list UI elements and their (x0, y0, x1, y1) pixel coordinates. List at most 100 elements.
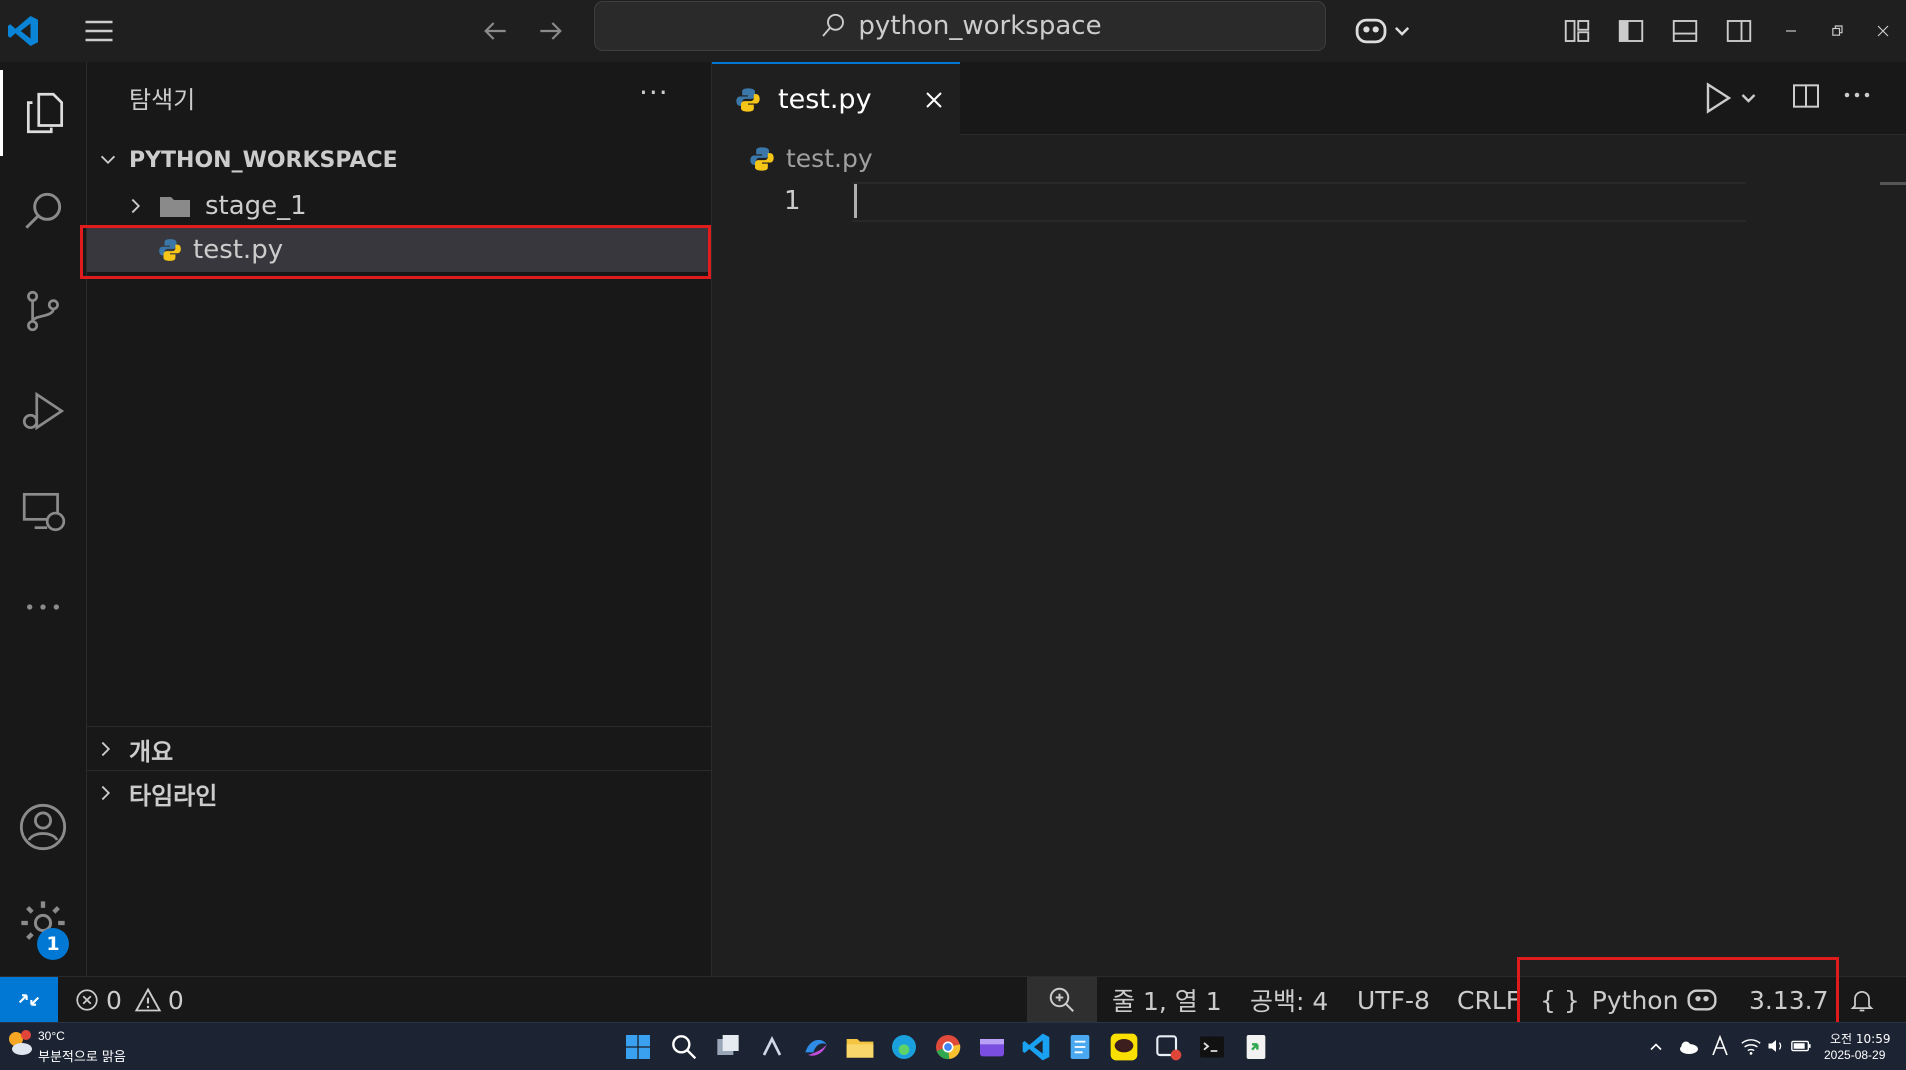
source-control-icon[interactable] (0, 268, 86, 354)
taskbar-search-icon[interactable] (668, 1031, 700, 1063)
restore-icon[interactable] (1814, 8, 1860, 54)
editor-tab-bar: test.py (712, 62, 1906, 135)
sidebar-title: 탐색기 (129, 86, 196, 114)
input-method-icon[interactable] (1710, 1035, 1730, 1057)
line-number: 1 (784, 186, 801, 216)
search-text: python_workspace (858, 11, 1102, 41)
toggle-secondary-sidebar-icon[interactable] (1716, 8, 1762, 54)
timeline-section-label: 타임라인 (129, 781, 218, 810)
menu-icon[interactable] (76, 8, 122, 54)
text-cursor (854, 184, 857, 218)
run-python-file-icon[interactable] (1702, 80, 1762, 116)
split-editor-icon[interactable] (1790, 80, 1822, 112)
wifi-icon[interactable] (1740, 1036, 1762, 1056)
battery-icon[interactable] (1790, 1037, 1812, 1055)
onedrive-cloud-icon[interactable] (1676, 1037, 1700, 1057)
toggle-panel-icon[interactable] (1662, 8, 1708, 54)
tree-item-folder[interactable]: stage_1 (87, 184, 711, 228)
minimize-icon[interactable] (1768, 8, 1814, 54)
close-window-icon[interactable] (1860, 8, 1906, 54)
accounts-icon[interactable] (0, 784, 86, 870)
breadcrumb-file-label: test.py (786, 144, 873, 173)
chevron-right-icon (95, 738, 121, 760)
terminal-icon[interactable] (1196, 1031, 1228, 1063)
installer-app-icon[interactable] (1240, 1031, 1272, 1063)
back-arrow-icon[interactable] (472, 8, 518, 54)
weather-icon[interactable] (6, 1029, 34, 1059)
scrollbar-marker[interactable] (1880, 182, 1906, 185)
file-explorer-icon[interactable] (844, 1031, 876, 1063)
timeline-section-header[interactable]: 타임라인 (87, 770, 711, 815)
chevron-right-icon (95, 782, 121, 804)
weather-temperature: 30°C (38, 1029, 65, 1043)
python-file-icon (734, 86, 762, 114)
python-file-icon (748, 145, 776, 173)
remote-explorer-icon[interactable] (0, 468, 86, 554)
sidebar-more-actions[interactable]: ··· (639, 76, 669, 109)
activity-bar (0, 62, 87, 976)
title-bar: python_workspace (0, 0, 1906, 63)
indentation-setting[interactable]: 공백: 4 (1250, 977, 1328, 1023)
explorer-sidebar: 탐색기 ··· PYTHON_WORKSPACE stage_1 test.py… (87, 62, 712, 976)
snipping-tool-icon[interactable] (1152, 1031, 1184, 1063)
remote-icon (18, 994, 40, 1006)
settings-update-badge: 1 (37, 928, 69, 960)
editor-area: test.py test.py 1 (712, 62, 1906, 976)
chevron-down-icon (97, 149, 123, 171)
kakaotalk-icon[interactable] (1108, 1031, 1140, 1063)
toggle-primary-sidebar-icon[interactable] (1608, 8, 1654, 54)
zoom-in-icon (1049, 987, 1074, 1012)
notifications-bell-icon[interactable] (1848, 977, 1876, 1023)
current-line-highlight (852, 182, 1746, 222)
warning-count: 0 (167, 985, 184, 1015)
search-icon (818, 11, 848, 41)
windows-start-icon[interactable] (622, 1031, 654, 1063)
zoom-indicator-button[interactable] (1027, 977, 1097, 1023)
problems-indicator[interactable]: 0 0 (74, 977, 184, 1023)
command-center-search[interactable]: python_workspace (594, 1, 1326, 51)
task-view-icon[interactable] (712, 1031, 744, 1063)
forward-arrow-icon[interactable] (528, 8, 574, 54)
volume-icon[interactable] (1766, 1036, 1786, 1056)
chevron-right-icon (125, 195, 151, 217)
clock-time[interactable]: 오전 10:59 (1830, 1030, 1890, 1047)
breadcrumb[interactable]: test.py (748, 144, 873, 173)
edge-browser-icon[interactable] (888, 1031, 920, 1063)
close-tab-icon[interactable] (922, 88, 946, 112)
more-views-icon[interactable] (0, 564, 86, 650)
show-hidden-icons-chevron-icon[interactable] (1646, 1037, 1666, 1057)
notepad-icon[interactable] (1064, 1031, 1096, 1063)
customize-layout-icon[interactable] (1554, 8, 1600, 54)
warning-icon (134, 987, 162, 1013)
microsoft-365-icon[interactable] (800, 1031, 832, 1063)
cursor-position[interactable]: 줄 1, 열 1 (1112, 977, 1222, 1023)
run-and-debug-icon[interactable] (0, 368, 86, 454)
outline-section-label: 개요 (129, 737, 174, 766)
folder-label: stage_1 (205, 191, 307, 221)
tab-label: test.py (778, 84, 872, 115)
highlight-box (80, 225, 711, 279)
error-count: 0 (106, 985, 122, 1015)
workspace-folder-header[interactable]: PYTHON_WORKSPACE (87, 138, 711, 182)
encoding-setting[interactable]: UTF-8 (1357, 977, 1430, 1023)
outline-section-header[interactable]: 개요 (87, 726, 711, 771)
search-icon[interactable] (0, 168, 86, 254)
workspace-title: PYTHON_WORKSPACE (129, 147, 398, 173)
eol-setting[interactable]: CRLF (1457, 977, 1520, 1023)
vscode-logo-icon (0, 8, 46, 54)
folder-icon (159, 193, 191, 219)
remote-indicator-button[interactable] (0, 977, 58, 1023)
copilot-menu-icon[interactable] (1350, 8, 1420, 54)
widgets-icon[interactable] (756, 1031, 788, 1063)
status-bar: 0 0 줄 1, 열 1 공백: 4 UTF-8 CRLF { } Python… (0, 957, 1906, 1029)
vscode-taskbar-icon[interactable] (1020, 1031, 1052, 1063)
clipchamp-icon[interactable] (976, 1031, 1008, 1063)
windows-taskbar: 30°C 부분적으로 맑음 오전 10:59 2025-08-29 (0, 1022, 1906, 1070)
editor-more-actions-icon[interactable] (1842, 90, 1872, 100)
clock-date[interactable]: 2025-08-29 (1824, 1048, 1885, 1062)
highlight-box (1517, 957, 1839, 1029)
chrome-browser-icon[interactable] (932, 1031, 964, 1063)
explorer-icon[interactable] (0, 70, 86, 156)
weather-description: 부분적으로 맑음 (38, 1050, 126, 1065)
tab-test-py[interactable]: test.py (712, 62, 960, 135)
